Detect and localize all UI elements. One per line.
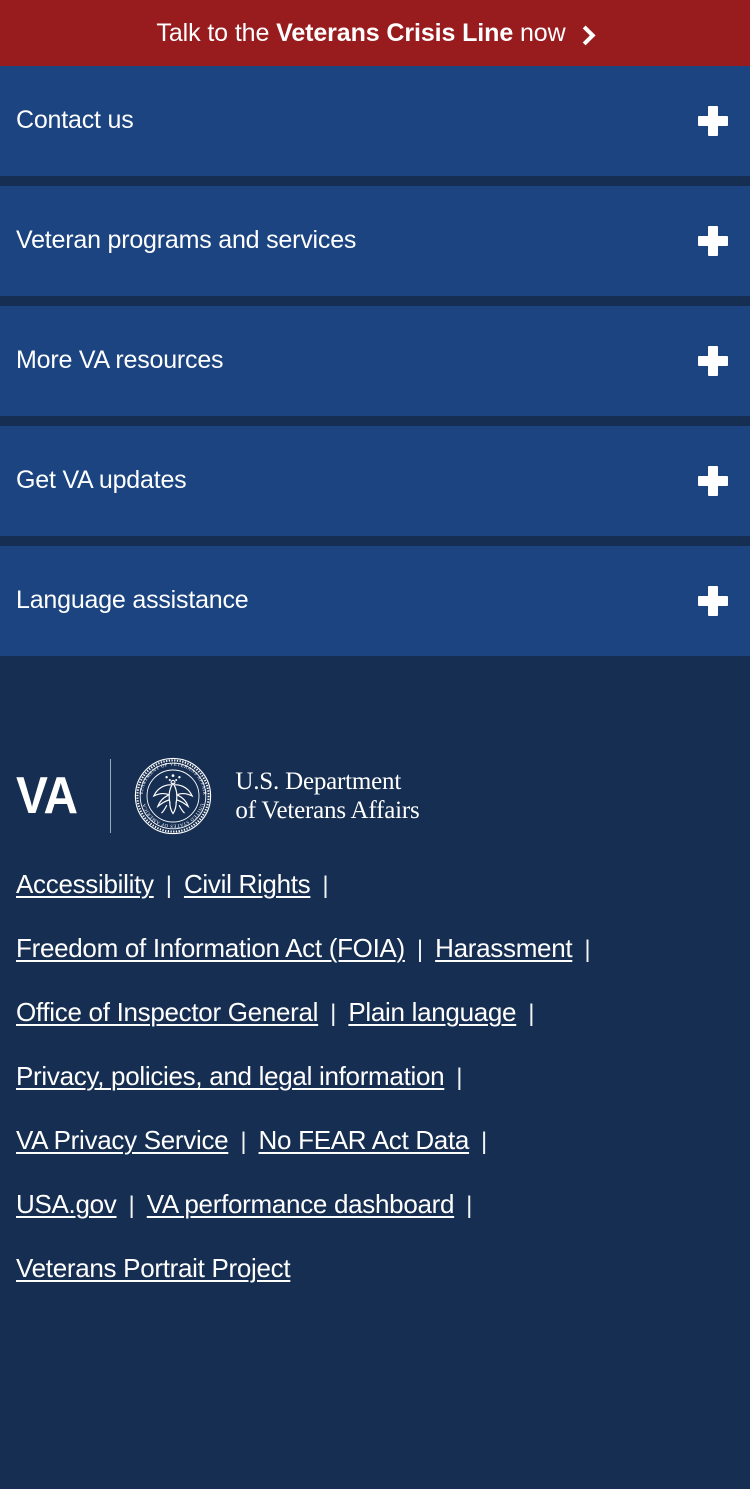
- va-seal-icon: DEPARTMENT OF VETERANS AFFAIRS UNITED ST…: [131, 753, 213, 836]
- chevron-right-icon: [575, 25, 596, 46]
- link-separator: |: [322, 872, 329, 899]
- accordion-label: Veteran programs and services: [16, 226, 357, 255]
- accordion-label: More VA resources: [16, 346, 224, 375]
- plus-icon[interactable]: [698, 106, 728, 136]
- plus-icon[interactable]: [698, 466, 728, 496]
- link-separator: |: [456, 1064, 463, 1091]
- accordion-item-language-assistance[interactable]: Language assistance: [0, 546, 750, 656]
- crisis-banner-text-tail: now: [513, 18, 566, 47]
- link-separator: |: [584, 936, 591, 963]
- link-separator: |: [165, 872, 172, 899]
- crisis-banner-text-bold: Veterans Crisis Line: [276, 18, 514, 47]
- footer-link-no-fear-act-data[interactable]: No FEAR Act Data: [259, 1126, 470, 1155]
- footer-link-foia[interactable]: Freedom of Information Act (FOIA): [16, 934, 405, 963]
- footer-link-row: Veterans Portrait Project: [16, 1254, 734, 1318]
- link-separator: |: [330, 1000, 337, 1027]
- link-separator: |: [416, 936, 424, 963]
- link-separator: |: [128, 1192, 135, 1219]
- footer-link-harassment[interactable]: Harassment: [435, 934, 572, 963]
- footer-link-row: Freedom of Information Act (FOIA) | Hara…: [16, 934, 734, 998]
- footer-link-usa-gov[interactable]: USA.gov: [16, 1190, 117, 1219]
- logo-divider: [110, 759, 112, 833]
- footer-link-civil-rights[interactable]: Civil Rights: [184, 870, 311, 899]
- footer-link-plain-language[interactable]: Plain language: [348, 998, 516, 1027]
- accordion-item-more-va-resources[interactable]: More VA resources: [0, 306, 750, 416]
- department-name: U.S. Department of Veterans Affairs: [235, 767, 419, 825]
- accordion-label: Contact us: [16, 106, 134, 135]
- footer-link-row: USA.gov | VA performance dashboard |: [16, 1190, 734, 1254]
- va-wordmark: VA: [16, 767, 78, 825]
- department-name-line2: of Veterans Affairs: [235, 797, 420, 824]
- footer-link-privacy-policies-legal[interactable]: Privacy, policies, and legal information: [16, 1062, 445, 1091]
- footer-link-office-of-inspector-general[interactable]: Office of Inspector General: [16, 998, 318, 1027]
- accordion-item-contact-us[interactable]: Contact us: [0, 66, 750, 176]
- footer-link-row: Privacy, policies, and legal information…: [16, 1062, 734, 1126]
- plus-icon[interactable]: [698, 586, 728, 616]
- link-separator: |: [240, 1128, 247, 1155]
- footer-link-row: Office of Inspector General | Plain lang…: [16, 998, 734, 1062]
- va-agency-logo[interactable]: VA DEPARTMENT OF VETERANS AFFAIRS UNITED…: [0, 666, 750, 862]
- accordion-item-get-va-updates[interactable]: Get VA updates: [0, 426, 750, 536]
- link-separator: |: [528, 1000, 535, 1027]
- link-separator: |: [481, 1128, 488, 1155]
- footer-accordion: Contact us Veteran programs and services…: [0, 66, 750, 656]
- footer-link-row: Accessibility | Civil Rights |: [16, 870, 734, 934]
- va-footer-page: Talk to the Veterans Crisis Line now Con…: [0, 0, 750, 1489]
- footer-link-accessibility[interactable]: Accessibility: [16, 870, 154, 899]
- department-name-line1: U.S. Department: [235, 768, 402, 795]
- footer-links: Accessibility | Civil Rights | Freedom o…: [0, 870, 750, 1318]
- footer-link-va-performance-dashboard[interactable]: VA performance dashboard: [147, 1190, 455, 1219]
- accordion-label: Language assistance: [16, 586, 249, 615]
- accordion-item-veteran-programs-and-services[interactable]: Veteran programs and services: [0, 186, 750, 296]
- plus-icon[interactable]: [698, 346, 728, 376]
- crisis-banner-text-lead: Talk to the: [156, 18, 277, 47]
- footer-link-row: VA Privacy Service | No FEAR Act Data |: [16, 1126, 734, 1190]
- link-separator: |: [466, 1192, 473, 1219]
- accordion-label: Get VA updates: [16, 466, 187, 495]
- plus-icon[interactable]: [698, 226, 728, 256]
- footer-link-veterans-portrait-project[interactable]: Veterans Portrait Project: [16, 1254, 291, 1283]
- veterans-crisis-line-banner[interactable]: Talk to the Veterans Crisis Line now: [0, 0, 750, 66]
- footer-link-va-privacy-service[interactable]: VA Privacy Service: [16, 1126, 229, 1155]
- crisis-banner-text: Talk to the Veterans Crisis Line now: [156, 18, 596, 47]
